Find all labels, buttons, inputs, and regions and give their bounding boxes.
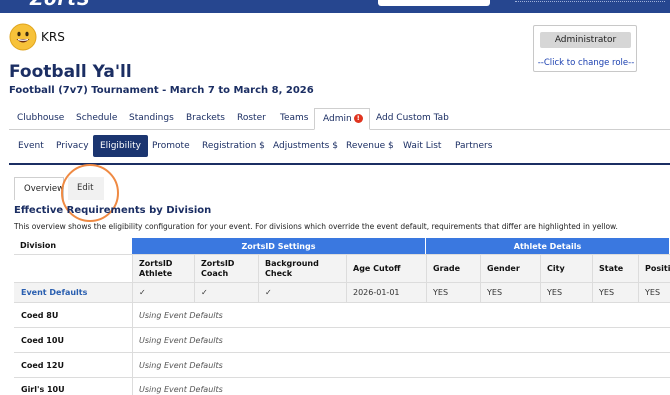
division-note: Using Event Defaults	[132, 328, 670, 352]
main-tab-bar: Clubhouse Schedule Standings Brackets Ro…	[9, 108, 670, 130]
tab-admin-label: Admin	[323, 114, 352, 124]
tab-teams[interactable]: Teams	[272, 108, 316, 130]
global-search-input[interactable]	[378, 0, 490, 6]
value-zortsid-athlete: ✓	[132, 283, 194, 302]
tab-clubhouse[interactable]: Clubhouse	[9, 108, 72, 130]
alert-badge-icon: !	[353, 114, 363, 123]
section-title: Effective Requirements by Division	[14, 205, 212, 216]
tab-privacy[interactable]: Privacy	[49, 135, 96, 157]
division-name[interactable]: Coed 8U	[14, 303, 132, 327]
smiley-face-icon	[9, 23, 37, 51]
col-age-cutoff: Age Cutoff	[346, 255, 426, 282]
athlete-details-group-header: Athlete Details	[426, 238, 670, 254]
table-row: Coed 8U Using Event Defaults	[14, 303, 670, 328]
tab-wait-list[interactable]: Wait List	[396, 135, 448, 157]
table-row: Girl's 10U Using Event Defaults	[14, 378, 670, 395]
organization-name[interactable]: KRS	[41, 30, 65, 44]
tab-partners[interactable]: Partners	[448, 135, 499, 157]
table-group-header-row: Division ZortsID Settings Athlete Detail…	[14, 238, 670, 255]
value-city: YES	[540, 283, 592, 302]
col-gender: Gender	[480, 255, 540, 282]
tab-promote[interactable]: Promote	[145, 135, 197, 157]
value-gender: YES	[480, 283, 540, 302]
value-zortsid-coach: ✓	[194, 283, 258, 302]
division-name[interactable]: Coed 12U	[14, 353, 132, 377]
tab-add-custom[interactable]: Add Custom Tab	[368, 108, 457, 130]
event-subtitle: Football (7v7) Tournament - March 7 to M…	[9, 85, 314, 96]
account-menu[interactable]	[515, 0, 665, 2]
tab-brackets[interactable]: Brackets	[178, 108, 233, 130]
zortsid-settings-group-header: ZortsID Settings	[132, 238, 426, 254]
col-position: Position	[638, 255, 670, 282]
division-name[interactable]: Girl's 10U	[14, 378, 132, 395]
division-column-header: Division	[20, 241, 57, 250]
tab-roster[interactable]: Roster	[229, 108, 274, 130]
division-note: Using Event Defaults	[132, 353, 670, 377]
col-city: City	[540, 255, 592, 282]
col-zortsid-coach: ZortsID Coach	[194, 255, 258, 282]
division-name[interactable]: Coed 10U	[14, 328, 132, 352]
col-grade: Grade	[426, 255, 480, 282]
site-logo[interactable]: ZortS	[30, 0, 91, 10]
tab-standings[interactable]: Standings	[121, 108, 182, 130]
table-column-header-row: ZortsID Athlete ZortsID Coach Background…	[14, 255, 670, 283]
value-age-cutoff: 2026-01-01	[346, 283, 426, 302]
table-row-event-defaults: Event Defaults ✓ ✓ ✓ 2026-01-01 YES YES …	[14, 283, 670, 303]
current-role-button[interactable]: Administrator	[540, 32, 631, 48]
tab-event[interactable]: Event	[11, 135, 51, 157]
role-switcher: Administrator --Click to change role--	[533, 25, 637, 72]
subtab-overview[interactable]: Overview	[14, 177, 64, 200]
col-state: State	[592, 255, 638, 282]
event-defaults-link[interactable]: Event Defaults	[14, 283, 132, 302]
col-zortsid-athlete: ZortsID Athlete	[132, 255, 194, 282]
tab-schedule[interactable]: Schedule	[68, 108, 125, 130]
section-description: This overview shows the eligibility conf…	[14, 222, 618, 231]
change-role-link[interactable]: --Click to change role--	[534, 58, 638, 68]
organization-header: KRS	[9, 23, 65, 51]
table-row: Coed 10U Using Event Defaults	[14, 328, 670, 353]
division-note: Using Event Defaults	[132, 378, 670, 395]
value-position: YES	[638, 283, 670, 302]
tab-adjustments[interactable]: Adjustments $	[266, 135, 345, 157]
top-navigation-bar: ZortS	[0, 0, 670, 13]
tab-admin[interactable]: Admin!	[314, 108, 370, 130]
tab-registration[interactable]: Registration $	[195, 135, 272, 157]
admin-tab-bar: Event Privacy Eligibility Promote Regist…	[9, 135, 670, 165]
tab-revenue[interactable]: Revenue $	[339, 135, 401, 157]
table-row: Coed 12U Using Event Defaults	[14, 353, 670, 378]
value-background-check: ✓	[258, 283, 346, 302]
value-state: YES	[592, 283, 638, 302]
division-note: Using Event Defaults	[132, 303, 670, 327]
division-spacer	[14, 255, 132, 282]
value-grade: YES	[426, 283, 480, 302]
tab-eligibility[interactable]: Eligibility	[93, 135, 148, 157]
event-title: Football Ya'll	[9, 62, 132, 82]
col-background-check: Background Check	[258, 255, 346, 282]
